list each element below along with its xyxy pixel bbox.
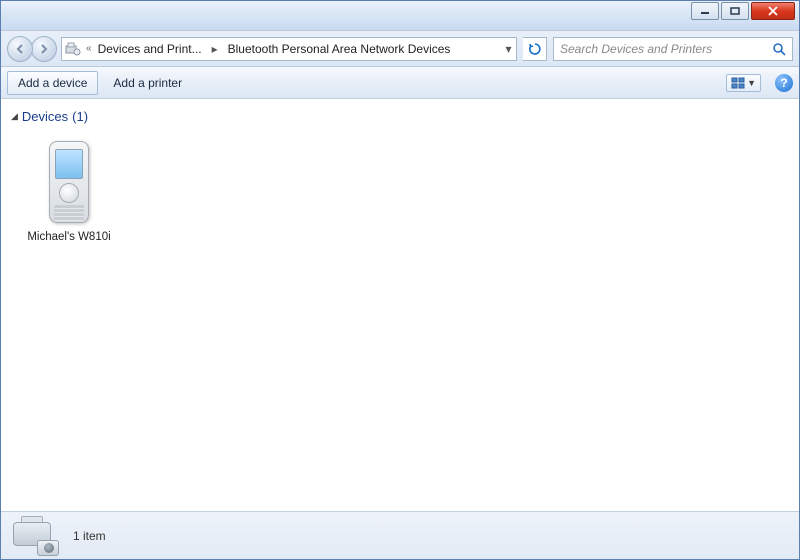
- details-pane: 1 item: [1, 511, 799, 559]
- breadcrumb-dropdown[interactable]: ▾: [500, 42, 516, 56]
- add-printer-button[interactable]: Add a printer: [102, 71, 193, 95]
- status-item-count: 1 item: [73, 529, 106, 543]
- items-grid: Michael's W810i: [11, 130, 789, 252]
- command-bar: Add a device Add a printer ▼ ?: [1, 67, 799, 99]
- chevron-down-icon: ▼: [747, 78, 756, 88]
- collapse-triangle-icon: ◢: [11, 111, 18, 122]
- group-count: (1): [72, 109, 88, 124]
- devices-printers-icon: [62, 42, 84, 56]
- view-options-button[interactable]: ▼: [726, 74, 761, 92]
- back-button[interactable]: [7, 36, 33, 62]
- phone-icon: [41, 139, 97, 227]
- device-item[interactable]: Michael's W810i: [19, 134, 119, 248]
- nav-arrows: [7, 36, 55, 62]
- refresh-button[interactable]: [523, 37, 547, 61]
- breadcrumb-bar[interactable]: « Devices and Print... ▸ Bluetooth Perso…: [61, 37, 517, 61]
- window-controls: [691, 2, 795, 20]
- device-label: Michael's W810i: [27, 231, 110, 243]
- search-input[interactable]: [560, 42, 766, 56]
- breadcrumb-part-0[interactable]: Devices and Print...: [94, 38, 206, 60]
- breadcrumb-overflow[interactable]: «: [84, 43, 94, 54]
- group-label: Devices: [22, 109, 68, 124]
- forward-button[interactable]: [31, 36, 57, 62]
- devices-printers-large-icon: [11, 516, 59, 556]
- search-box[interactable]: [553, 37, 793, 61]
- search-icon[interactable]: [772, 42, 786, 56]
- group-header-devices[interactable]: ◢ Devices (1): [11, 105, 789, 130]
- help-button[interactable]: ?: [775, 74, 793, 92]
- explorer-window: « Devices and Print... ▸ Bluetooth Perso…: [0, 0, 800, 560]
- add-device-button[interactable]: Add a device: [7, 71, 98, 95]
- breadcrumb-part-1[interactable]: Bluetooth Personal Area Network Devices: [224, 38, 455, 60]
- chevron-right-icon[interactable]: ▸: [206, 42, 224, 56]
- maximize-button[interactable]: [721, 2, 749, 20]
- view-icon: [731, 77, 745, 89]
- content-area: ◢ Devices (1) Michael's W810i: [1, 99, 799, 511]
- navigation-bar: « Devices and Print... ▸ Bluetooth Perso…: [1, 31, 799, 67]
- minimize-button[interactable]: [691, 2, 719, 20]
- titlebar: [1, 1, 799, 31]
- close-button[interactable]: [751, 2, 795, 20]
